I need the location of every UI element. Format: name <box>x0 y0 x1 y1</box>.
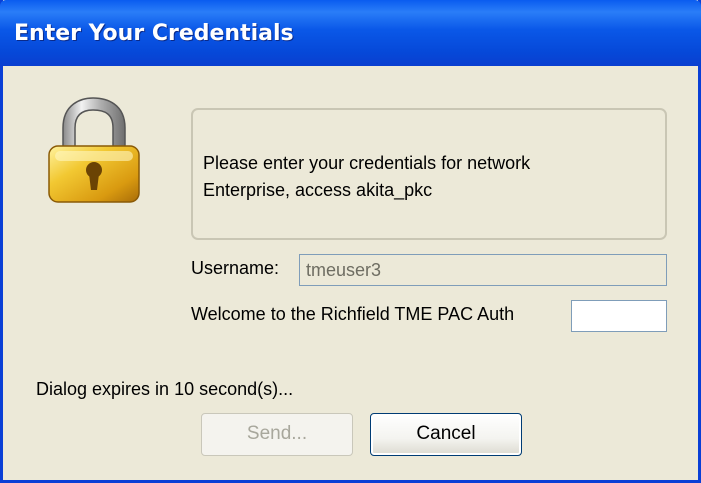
message-line-2: Enterprise, access akita_pkc <box>203 180 433 200</box>
padlock-icon <box>48 97 140 203</box>
username-label: Username: <box>191 258 280 278</box>
message-text: Please enter your credentials for networ… <box>203 150 530 204</box>
message-panel: Please enter your credentials for networ… <box>191 108 667 240</box>
username-field[interactable] <box>299 254 667 286</box>
auth-prompt-label: Welcome to the Richfield TME PAC Auth <box>191 304 515 324</box>
title-bar[interactable]: Enter Your Credentials <box>0 0 701 66</box>
cancel-button[interactable]: Cancel <box>370 413 522 456</box>
auth-response-field[interactable] <box>571 300 667 332</box>
send-button[interactable]: Send... <box>201 413 353 456</box>
window-title: Enter Your Credentials <box>14 21 294 46</box>
credentials-dialog: Enter Your Credentials Please enter your <box>0 0 701 483</box>
expire-countdown: Dialog expires in 10 second(s)... <box>36 379 294 399</box>
message-line-1: Please enter your credentials for networ… <box>203 153 531 173</box>
